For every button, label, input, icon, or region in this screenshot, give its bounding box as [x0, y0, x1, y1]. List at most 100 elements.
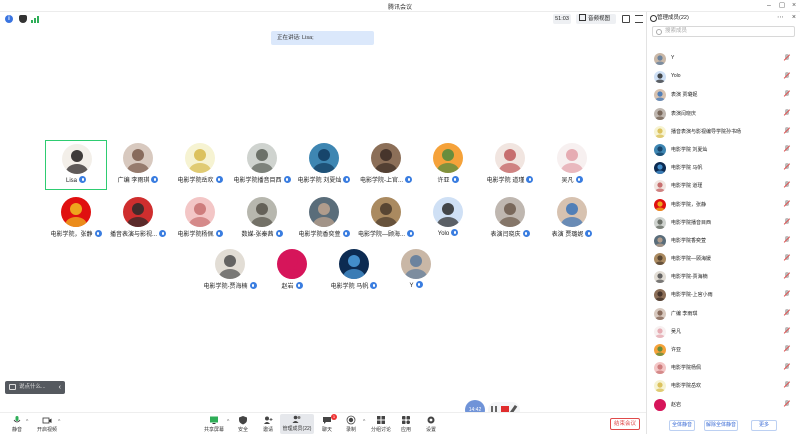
member-list-item[interactable]: 电影学院 马帆 — [647, 159, 800, 177]
mic-muted-icon[interactable] — [785, 72, 789, 80]
mic-muted-icon[interactable] — [785, 381, 789, 389]
avatar — [654, 234, 666, 247]
layout-icon[interactable] — [635, 15, 643, 23]
signal-icon[interactable] — [31, 15, 39, 23]
member-list-item[interactable]: 电影学院 道瑾 — [647, 177, 800, 195]
avatar — [654, 162, 666, 175]
mic-muted-icon[interactable] — [785, 235, 789, 244]
member-list-item[interactable]: 许亚 — [647, 341, 800, 359]
avatar — [62, 144, 92, 174]
settings-button[interactable]: 设置 — [416, 415, 446, 433]
mic-muted-icon[interactable] — [785, 345, 789, 353]
member-list-item[interactable]: 电影学院香奕萱 — [647, 232, 800, 250]
participant-name: 吴凡 — [561, 178, 574, 184]
member-list-item[interactable]: 电影学院 刘夏灿 — [647, 141, 800, 159]
member-list-item[interactable]: Yolo — [647, 68, 800, 86]
members-panel: 管理成员(22) ⋯ × 搜索成员 Y Yolo 表演 贾璐妮 表演闫晓庆 播音表演与影… — [646, 12, 800, 434]
member-name: 许亚 — [671, 347, 682, 353]
chevron-up-icon[interactable]: ^ — [26, 419, 28, 425]
member-list-item[interactable]: 赵岩 — [647, 396, 800, 414]
chevron-up-icon[interactable]: ^ — [363, 419, 365, 425]
member-list-item[interactable]: 表演 贾璐妮 — [647, 86, 800, 104]
fullscreen-icon[interactable] — [622, 15, 630, 23]
avatar — [654, 216, 666, 229]
mic-muted-icon[interactable] — [785, 199, 789, 208]
minimize-icon[interactable]: – — [764, 1, 774, 11]
record-button[interactable]: 录制 — [336, 415, 366, 433]
unmute-all-button[interactable]: 解除全体静音 — [704, 420, 738, 431]
close-icon[interactable]: × — [789, 1, 799, 11]
mic-muted-icon[interactable] — [785, 363, 789, 371]
mic-muted-icon[interactable] — [785, 254, 789, 262]
mic-muted-icon[interactable] — [785, 90, 789, 98]
mic-muted-icon[interactable] — [785, 399, 789, 408]
mic-muted-icon[interactable] — [785, 272, 789, 280]
microphone-icon — [451, 229, 459, 236]
avatar — [215, 249, 245, 279]
mute-all-button[interactable]: 全体静音 — [669, 420, 695, 431]
avatar — [654, 344, 666, 356]
participant-tile[interactable]: Y — [385, 246, 447, 296]
chat-input[interactable]: 说点什么... ‹ — [5, 381, 65, 394]
participant-name: 广编 李雨琪 — [117, 178, 150, 184]
avatar — [371, 197, 401, 227]
member-list-item[interactable]: 电影学院—顾海媛 — [647, 250, 800, 268]
avatar — [654, 271, 666, 284]
more-options-icon[interactable]: ⋯ — [777, 12, 784, 24]
mic-muted-icon[interactable] — [785, 144, 789, 153]
mic-muted-icon[interactable] — [785, 126, 789, 135]
participant-tile[interactable]: 吴凡 — [541, 140, 603, 190]
mic-muted-icon[interactable] — [785, 108, 789, 117]
manage-members-button[interactable]: 管理成员(22) — [280, 414, 314, 434]
member-name: 电影学院播音目西 — [671, 219, 712, 226]
share-screen-button[interactable]: 共享屏幕 — [199, 415, 229, 433]
shield-icon[interactable] — [19, 15, 27, 23]
mic-muted-icon[interactable] — [785, 163, 789, 171]
microphone-icon — [575, 176, 583, 183]
avatar — [247, 197, 277, 227]
more-button[interactable]: 更多 — [751, 420, 777, 431]
member-list-item[interactable]: 电影学院-上官小雨 — [647, 286, 800, 304]
member-list-item[interactable]: Y — [647, 50, 800, 68]
maximize-icon[interactable]: ▢ — [777, 1, 787, 11]
avatar — [433, 197, 463, 227]
avatar — [654, 71, 666, 84]
mic-muted-icon[interactable] — [785, 326, 789, 335]
mic-muted-icon[interactable] — [785, 181, 789, 189]
member-name: 电影学院 马帆 — [671, 165, 703, 172]
close-panel-icon[interactable]: × — [792, 12, 796, 24]
member-list-item[interactable]: 电影学院杨佩 — [647, 359, 800, 377]
speaking-indicator: 正在讲话: Lisa; — [271, 31, 374, 45]
panel-header: 管理成员(22) ⋯ × — [647, 12, 800, 24]
mic-muted-icon[interactable] — [785, 54, 789, 62]
avatar — [654, 125, 666, 138]
participant-tile[interactable]: 表演 贾璐妮 — [541, 194, 603, 244]
chat-placeholder: 说点什么... — [19, 384, 46, 390]
member-list-item[interactable]: 电影学院，张静 — [647, 196, 800, 214]
video-icon — [42, 417, 52, 424]
invite-button[interactable]: 邀请 — [253, 415, 283, 433]
mic-muted-icon[interactable] — [785, 290, 789, 298]
mic-muted-icon[interactable] — [785, 217, 789, 226]
chevron-up-icon[interactable]: ^ — [58, 419, 60, 425]
end-meeting-button[interactable]: 结束会议 — [610, 418, 640, 430]
member-name: 电影学院，张静 — [671, 201, 707, 208]
info-icon[interactable]: i — [5, 15, 13, 23]
member-list-item[interactable]: 播音表演与影视编导学院孙书旸 — [647, 123, 800, 141]
member-name: 电影学院岳欢 — [671, 383, 702, 390]
member-list-item[interactable]: 表演闫晓庆 — [647, 105, 800, 123]
member-name: 电影学院-上官小雨 — [671, 292, 713, 299]
member-search-input[interactable]: 搜索成员 — [652, 26, 795, 37]
participant-name: Yolo — [437, 231, 450, 237]
chevron-left-icon[interactable]: ‹ — [59, 381, 61, 394]
member-list-item[interactable]: 电影学院-贾海楠 — [647, 268, 800, 286]
member-list-item[interactable]: 吴凡 — [647, 323, 800, 341]
chat-icon — [9, 384, 16, 390]
member-list-item[interactable]: 电影学院播音目西 — [647, 214, 800, 232]
member-list-item[interactable]: 电影学院岳欢 — [647, 377, 800, 395]
avatar — [654, 253, 666, 266]
mic-muted-icon[interactable] — [785, 308, 789, 317]
view-mode-button[interactable]: 音频视图 — [576, 14, 616, 24]
member-list-item[interactable]: 广编 李雨琪 — [647, 305, 800, 323]
participant-name: Lisa — [65, 178, 77, 184]
